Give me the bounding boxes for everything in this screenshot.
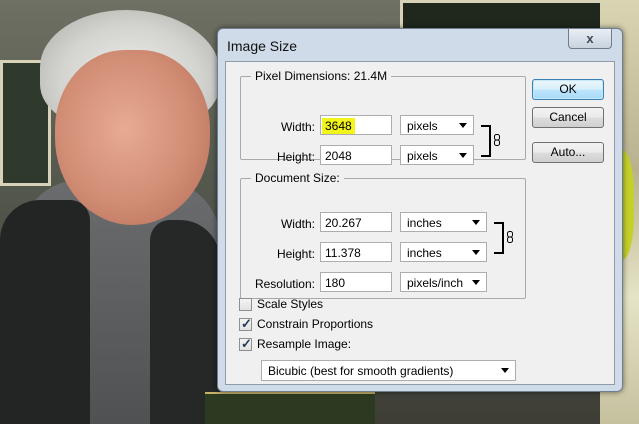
dialog-body: Pixel Dimensions: 21.4M Width: 3648 pixe… bbox=[225, 61, 615, 385]
chevron-down-icon bbox=[459, 153, 467, 158]
doc-height-unit-select[interactable]: inches bbox=[400, 242, 487, 262]
document-size-legend: Document Size: bbox=[255, 171, 340, 185]
doc-width-input[interactable]: 20.267 bbox=[320, 212, 392, 232]
title-bar[interactable]: Image Size x bbox=[218, 29, 622, 61]
scale-styles-label[interactable]: Scale Styles bbox=[257, 297, 323, 311]
pixel-height-label: Height: bbox=[276, 150, 315, 164]
doc-height-input[interactable]: 11.378 bbox=[320, 242, 392, 262]
chevron-down-icon bbox=[472, 220, 480, 225]
close-button[interactable]: x bbox=[568, 29, 612, 49]
chevron-down-icon bbox=[501, 368, 509, 373]
pixel-dimensions-legend: Pixel Dimensions: 21.4M bbox=[255, 69, 388, 83]
link-bracket bbox=[494, 222, 504, 254]
resolution-value: 180 bbox=[325, 276, 346, 290]
chain-link-icon bbox=[507, 231, 513, 243]
chevron-down-icon bbox=[472, 280, 480, 285]
cancel-button[interactable]: Cancel bbox=[532, 107, 604, 128]
person-vest bbox=[0, 200, 90, 424]
close-icon: x bbox=[586, 31, 594, 46]
resample-image-label[interactable]: Resample Image: bbox=[257, 337, 351, 351]
dialog-title: Image Size bbox=[227, 38, 298, 54]
checkmark-icon: ✓ bbox=[241, 336, 252, 351]
pixel-dimensions-total: 21.4M bbox=[353, 69, 388, 83]
sign-decoration bbox=[205, 392, 375, 424]
pixel-height-unit-select[interactable]: pixels bbox=[400, 145, 474, 165]
pixel-height-value: 2048 bbox=[325, 149, 352, 163]
document-size-group: Document Size: Width: 20.267 inches Heig… bbox=[240, 171, 526, 299]
checkmark-icon: ✓ bbox=[241, 316, 252, 331]
pixel-width-unit-select[interactable]: pixels bbox=[400, 115, 474, 135]
chevron-down-icon bbox=[472, 250, 480, 255]
resample-image-checkbox[interactable]: ✓ bbox=[239, 336, 252, 351]
image-size-dialog: Image Size x Pixel Dimensions: 21.4M Wid… bbox=[217, 28, 623, 392]
person-face bbox=[55, 50, 210, 225]
ok-button[interactable]: OK bbox=[532, 79, 604, 100]
chevron-down-icon bbox=[459, 123, 467, 128]
pixel-width-input[interactable]: 3648 bbox=[320, 115, 392, 135]
pixel-width-value: 3648 bbox=[322, 118, 355, 134]
auto-button[interactable]: Auto... bbox=[532, 142, 604, 163]
doc-height-label: Height: bbox=[276, 247, 315, 261]
resolution-input[interactable]: 180 bbox=[320, 272, 392, 292]
doc-width-value: 20.267 bbox=[325, 216, 362, 230]
doc-width-label: Width: bbox=[280, 217, 315, 231]
resolution-unit-select[interactable]: pixels/inch bbox=[400, 272, 487, 292]
chain-link-icon bbox=[494, 134, 500, 146]
pixel-dimensions-group: Pixel Dimensions: 21.4M Width: 3648 pixe… bbox=[240, 69, 526, 165]
constrain-proportions-checkbox[interactable]: ✓ bbox=[239, 316, 252, 331]
constrain-proportions-label[interactable]: Constrain Proportions bbox=[257, 317, 373, 331]
scale-styles-checkbox[interactable] bbox=[239, 298, 252, 311]
resolution-label: Resolution: bbox=[254, 277, 315, 291]
link-bracket bbox=[481, 125, 491, 157]
doc-width-unit-select[interactable]: inches bbox=[400, 212, 487, 232]
doc-height-value: 11.378 bbox=[325, 246, 361, 260]
pixel-height-input[interactable]: 2048 bbox=[320, 145, 392, 165]
resample-method-select[interactable]: Bicubic (best for smooth gradients) bbox=[261, 360, 516, 381]
pixel-width-label: Width: bbox=[280, 120, 315, 134]
